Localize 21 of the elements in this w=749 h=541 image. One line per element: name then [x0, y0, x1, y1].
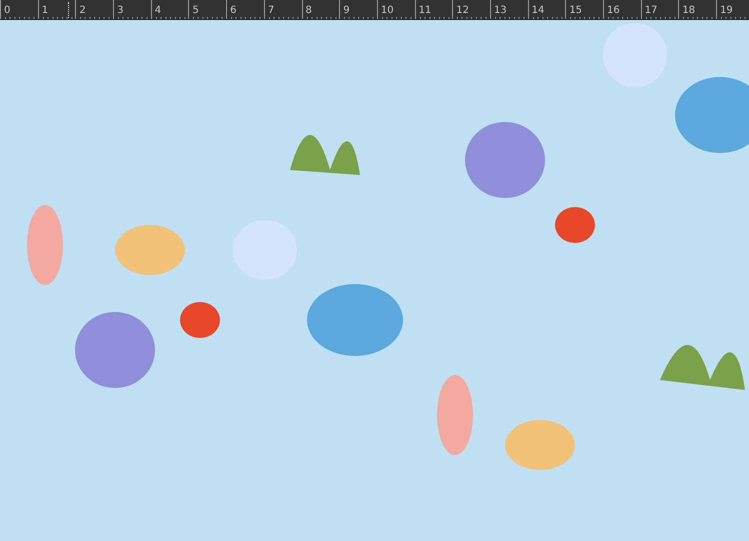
ruler-label: 3 — [117, 5, 124, 17]
cursor-marker — [68, 2, 69, 18]
ruler-label: 6 — [230, 5, 236, 17]
ruler-label: 8 — [306, 5, 312, 17]
ruler-label: 9 — [343, 5, 350, 17]
ruler-label: 1 — [42, 5, 48, 17]
ruler-label: 0 — [4, 5, 10, 17]
ruler-label: 12 — [456, 5, 469, 17]
ruler-label: 18 — [682, 5, 696, 17]
ruler-label: 7 — [268, 5, 274, 17]
ruler-label: 17 — [644, 5, 658, 17]
ruler-label: 15 — [569, 5, 582, 17]
ruler-label: 2 — [79, 5, 86, 17]
ruler-label: 16 — [607, 5, 620, 17]
ruler-label: 11 — [418, 5, 432, 17]
ruler-label: 10 — [380, 5, 394, 17]
ruler-label: 14 — [532, 5, 544, 17]
ruler-label: 5 — [192, 5, 199, 17]
ruler-label: 13 — [494, 5, 507, 17]
ruler-label: 4 — [154, 5, 162, 17]
ruler-label: 19 — [720, 5, 733, 17]
